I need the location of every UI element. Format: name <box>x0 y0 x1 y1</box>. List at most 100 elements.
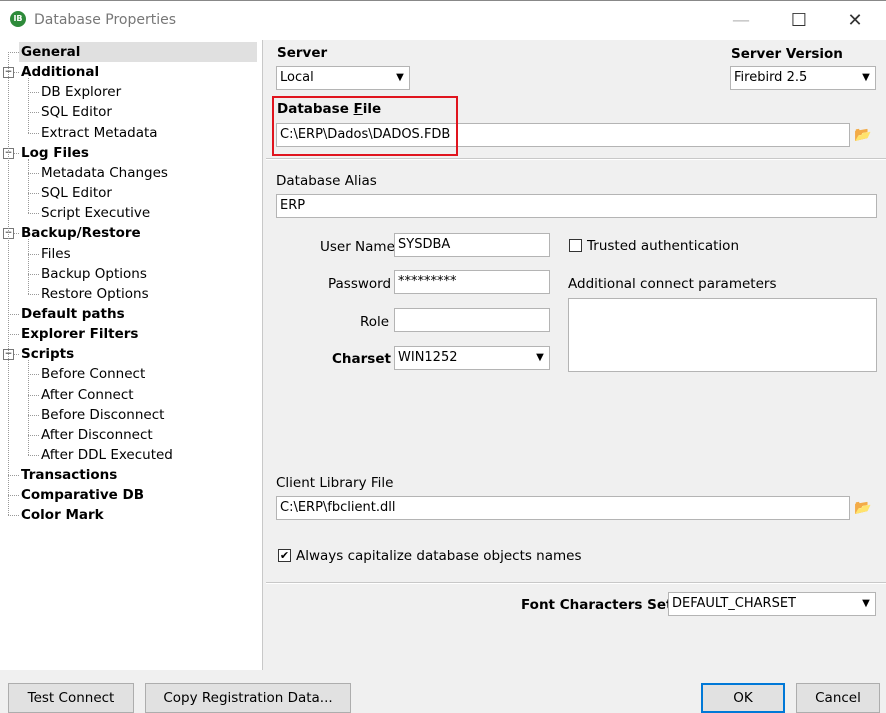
tree-item-label: Script Executive <box>41 205 151 222</box>
password-input[interactable]: ********* <box>394 270 550 294</box>
tree-item[interactable]: Before Disconnect <box>41 405 164 425</box>
tree-item-label: Files <box>41 245 71 262</box>
tree-item-label: Restore Options <box>41 285 149 302</box>
tree-item[interactable]: Explorer Filters <box>21 324 138 344</box>
tree-item-label: Explorer Filters <box>21 326 139 343</box>
tree-connector <box>8 52 19 53</box>
tree-item[interactable]: Before Connect <box>41 364 145 384</box>
tree-connector <box>28 434 39 436</box>
tree-branch <box>28 158 29 214</box>
tree-item[interactable]: SQL Editor <box>41 183 112 203</box>
tree-item-label: After Connect <box>41 386 134 403</box>
tree-item[interactable]: After Disconnect <box>41 425 153 445</box>
user-name-input[interactable]: SYSDBA <box>394 233 550 257</box>
additional-params-label: Additional connect parameters <box>568 276 777 292</box>
tree-item[interactable]: Restore Options <box>41 284 149 304</box>
additional-params-textarea[interactable] <box>568 298 877 372</box>
tree-item[interactable]: Color Mark <box>21 505 104 525</box>
tree-connector <box>28 172 39 174</box>
tree-item[interactable]: Default paths <box>21 304 125 324</box>
database-alias-label: Database Alias <box>276 173 377 189</box>
server-select-value: Local <box>280 70 314 85</box>
tree-item[interactable]: Extract Metadata <box>41 123 158 143</box>
tree-item-label: Comparative DB <box>21 487 145 504</box>
tree-item[interactable]: After Connect <box>41 385 134 405</box>
client-library-label: Client Library File <box>276 475 394 491</box>
chevron-down-icon[interactable]: ▼ <box>857 593 875 615</box>
password-label: Password <box>328 276 392 292</box>
folder-open-icon[interactable]: 📂 <box>852 497 874 519</box>
tree-item[interactable]: Backup Options <box>41 264 147 284</box>
cancel-button[interactable]: Cancel <box>796 683 880 713</box>
tree-item-label: General <box>21 44 81 60</box>
close-button[interactable]: ✕ <box>840 9 870 33</box>
test-connect-button[interactable]: Test Connect <box>8 683 134 713</box>
tree-item[interactable]: After DDL Executed <box>41 445 173 465</box>
tree-item-label: Backup/Restore <box>21 225 141 242</box>
title-bar: IB Database Properties — ☐ ✕ <box>0 0 886 40</box>
ok-button[interactable]: OK <box>701 683 785 713</box>
charset-select[interactable]: WIN1252 ▼ <box>394 346 550 370</box>
tree-connector <box>8 313 19 315</box>
tree-item[interactable]: Script Executive <box>41 203 150 223</box>
tree-item[interactable]: SQL Editor <box>41 102 112 122</box>
tree-connector <box>28 394 39 396</box>
tree-trunk <box>8 52 9 516</box>
tree-item-label: Before Disconnect <box>41 406 165 423</box>
role-label: Role <box>360 314 390 330</box>
tree-item-label: SQL Editor <box>41 185 112 202</box>
tree-connector <box>28 193 39 195</box>
settings-tree[interactable]: General Additional − DB Explorer SQL Editor E… <box>0 40 263 670</box>
tree-item-label: After DDL Executed <box>41 447 173 463</box>
tree-connector <box>8 334 19 336</box>
tree-connector <box>8 475 19 477</box>
minimize-button[interactable]: — <box>726 9 756 33</box>
app-icon: IB <box>10 11 26 27</box>
divider <box>266 158 886 160</box>
tree-connector <box>8 515 19 517</box>
tree-item-label: Extract Metadata <box>41 124 158 141</box>
tree-item-label: Log Files <box>21 144 89 161</box>
tree-connector <box>28 414 39 416</box>
capitalize-checkbox[interactable]: ✔ <box>278 549 291 562</box>
charset-label: Charset <box>332 351 391 367</box>
server-select[interactable]: Local ▼ <box>276 66 410 90</box>
tree-item-label: Additional <box>21 64 100 81</box>
database-alias-input[interactable]: ERP <box>276 194 877 218</box>
tree-item[interactable]: Files <box>41 244 71 264</box>
copy-registration-button[interactable]: Copy Registration Data... <box>145 683 351 713</box>
server-version-label: Server Version <box>731 46 843 62</box>
tree-item[interactable]: Transactions <box>21 465 117 485</box>
maximize-button[interactable]: ☐ <box>784 9 814 33</box>
tree-item[interactable]: Metadata Changes <box>41 163 168 183</box>
tree-connector <box>28 132 39 134</box>
server-label: Server <box>277 45 328 61</box>
tree-item[interactable]: General <box>19 42 257 62</box>
tree-connector <box>28 213 39 215</box>
tree-connector <box>28 293 39 295</box>
tree-item-label: Transactions <box>21 467 118 484</box>
trusted-auth-checkbox[interactable] <box>569 239 582 252</box>
tree-item[interactable]: Backup/Restore <box>21 223 141 243</box>
tree-item-label: Color Mark <box>21 507 104 524</box>
tree-item[interactable]: Log Files <box>21 143 89 163</box>
chevron-down-icon[interactable]: ▼ <box>857 67 875 89</box>
font-charset-select[interactable]: DEFAULT_CHARSET ▼ <box>668 592 876 616</box>
chevron-down-icon[interactable]: ▼ <box>391 67 409 89</box>
server-version-select[interactable]: Firebird 2.5 ▼ <box>730 66 876 90</box>
tree-connector <box>28 273 39 275</box>
chevron-down-icon[interactable]: ▼ <box>531 347 549 369</box>
folder-open-icon[interactable]: 📂 <box>852 124 874 146</box>
user-name-label: User Name <box>320 239 395 255</box>
tree-item-label: After Disconnect <box>41 426 153 443</box>
tree-item-label: Backup Options <box>41 265 147 282</box>
tree-item-label: Before Connect <box>41 366 146 383</box>
capitalize-label: Always capitalize database objects names <box>296 548 582 564</box>
role-input[interactable] <box>394 308 550 332</box>
tree-connector <box>8 495 19 497</box>
tree-item[interactable]: DB Explorer <box>41 82 121 102</box>
divider <box>266 582 886 584</box>
tree-item[interactable]: Comparative DB <box>21 485 144 505</box>
client-library-input[interactable]: C:\ERP\fbclient.dll <box>276 496 850 520</box>
tree-item[interactable]: Additional <box>21 62 99 82</box>
